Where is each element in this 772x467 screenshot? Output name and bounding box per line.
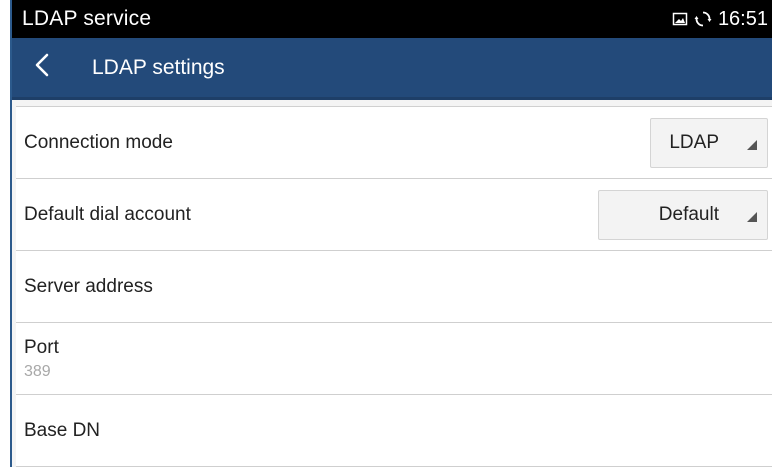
server-address-label: Server address [24, 275, 153, 297]
screenshot-icon [672, 11, 688, 27]
port-value: 389 [24, 362, 51, 380]
connection-mode-value: LDAP [669, 131, 719, 153]
base-dn-label: Base DN [24, 419, 101, 441]
dropdown-arrow-icon [747, 209, 757, 227]
default-dial-account-label: Default dial account [24, 203, 191, 225]
port-text-group: Port 389 [24, 337, 59, 381]
setting-default-dial-account: Default dial account Default [16, 179, 772, 251]
status-app-name: LDAP service [22, 7, 152, 30]
back-button[interactable] [12, 37, 72, 99]
sync-icon [694, 10, 712, 28]
port-label: Port [24, 336, 59, 358]
page-title: LDAP settings [92, 55, 225, 79]
device-screen: LDAP service 16:51 LDAP settings Connect… [10, 0, 772, 467]
setting-connection-mode: Connection mode LDAP [16, 107, 772, 179]
connection-mode-dropdown[interactable]: LDAP [650, 117, 768, 168]
status-indicators: 16:51 [672, 8, 772, 31]
setting-base-dn[interactable]: Base DN [16, 395, 772, 467]
settings-list: Connection mode LDAP Default dial accoun… [16, 106, 772, 467]
default-dial-account-dropdown[interactable]: Default [598, 189, 768, 240]
status-bar: LDAP service 16:51 [12, 0, 772, 38]
setting-server-address[interactable]: Server address [16, 251, 772, 323]
status-time: 16:51 [717, 7, 768, 30]
setting-port[interactable]: Port 389 [16, 323, 772, 395]
app-bar: LDAP settings [12, 38, 772, 100]
chevron-left-icon [34, 53, 50, 82]
dropdown-arrow-icon [747, 137, 757, 155]
default-dial-account-value: Default [658, 203, 719, 225]
connection-mode-label: Connection mode [24, 131, 173, 153]
